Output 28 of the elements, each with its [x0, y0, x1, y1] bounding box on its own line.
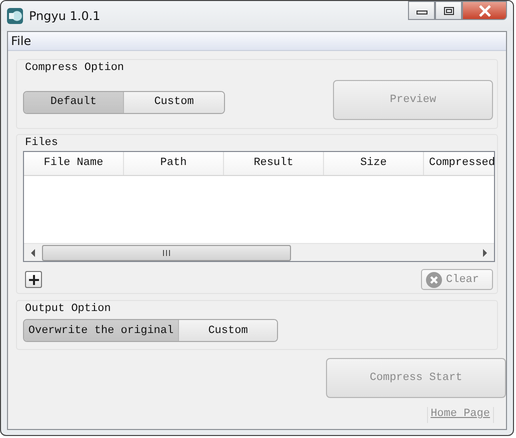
scroll-thumb[interactable] [42, 245, 291, 261]
column-header[interactable]: Compressed [424, 152, 494, 175]
column-header[interactable]: Size [324, 152, 424, 175]
column-header[interactable]: Path [124, 152, 224, 175]
scroll-left-icon[interactable] [30, 248, 36, 256]
group-title: Files [25, 136, 60, 151]
column-header[interactable]: Result [224, 152, 324, 175]
option-toggle[interactable]: Custom [179, 320, 277, 341]
horizontal-scrollbar[interactable] [24, 243, 494, 261]
window-title: Pngyu 1.0.1 [29, 9, 100, 23]
option-toggle[interactable]: Custom [124, 92, 224, 112]
plus-icon [28, 274, 38, 284]
menu-item[interactable]: File [8, 34, 38, 48]
maximize-icon [442, 6, 454, 16]
minimize-button[interactable] [408, 1, 435, 20]
maximize-button[interactable] [435, 1, 462, 20]
close-button[interactable] [462, 1, 507, 20]
add-button[interactable] [25, 271, 42, 288]
group-title: Compress Option [25, 61, 126, 76]
option-toggle[interactable]: Default [24, 92, 124, 112]
scroll-right-icon[interactable] [482, 248, 488, 256]
column-header[interactable]: File Name [24, 152, 124, 175]
grip-icon [163, 250, 170, 256]
clear-icon [426, 272, 442, 288]
app-icon [7, 8, 23, 24]
group-title: Output Option [25, 302, 112, 317]
close-icon [478, 4, 492, 16]
option-toggle[interactable]: Overwrite the original [24, 320, 179, 341]
